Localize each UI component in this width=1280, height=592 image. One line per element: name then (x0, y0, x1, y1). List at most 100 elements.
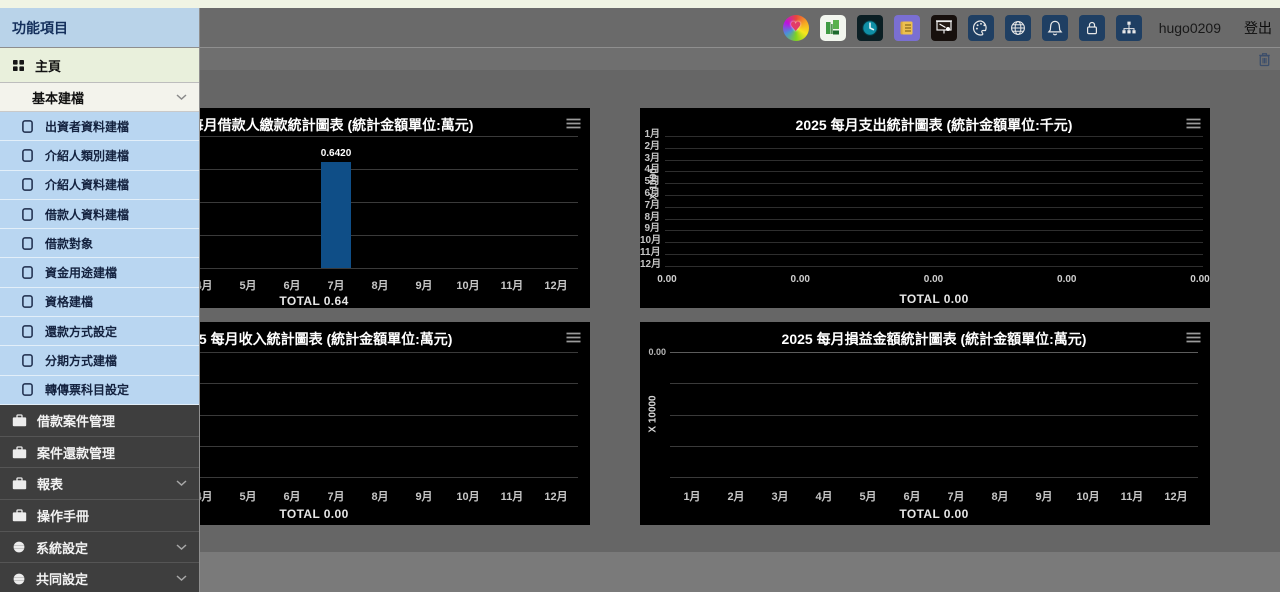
axis-rot: X 10000 (648, 395, 659, 432)
lock-icon[interactable] (1079, 15, 1105, 41)
x-axis-label: 1月 (683, 488, 700, 504)
gridline (670, 446, 1198, 447)
sidebar-item-borrower-data[interactable]: 借款人資料建檔 (0, 200, 199, 229)
gridline (665, 148, 1203, 149)
checkbox-outline-icon (22, 325, 33, 338)
chevron-down-icon (176, 544, 187, 551)
x-axis-label: 8月 (991, 488, 1008, 504)
sidebar-item-loan-case-management[interactable]: 借款案件管理 (0, 405, 199, 437)
gridline (665, 195, 1203, 196)
x-axis-label: 5月 (239, 277, 256, 293)
sidebar-item-label: 借款案件管理 (37, 411, 115, 430)
checkbox-outline-icon (22, 266, 33, 279)
sidebar-item-label: 轉傳票科目設定 (45, 381, 129, 398)
trash-icon[interactable] (1257, 51, 1272, 67)
chart-total: TOTAL 0.00 (899, 292, 968, 306)
x-axis-label: 5月 (239, 488, 256, 504)
sidebar-item-introducer-category[interactable]: 介紹人類別建檔 (0, 141, 199, 170)
sidebar-group-basic-setup[interactable]: 基本建檔 (0, 83, 199, 112)
x-axis-label: 11月 (1121, 488, 1144, 504)
gridline (665, 160, 1203, 161)
sidebar-item-system-settings[interactable]: 系統設定 (0, 532, 199, 564)
axis-rot: X 1000 (649, 168, 660, 200)
x-axis-label: 10月 (1076, 488, 1099, 504)
checkbox-outline-icon (22, 295, 33, 308)
home-grid-icon (12, 59, 25, 72)
sidebar-item-fund-usage[interactable]: 資金用途建檔 (0, 258, 199, 287)
sidebar-item-manual[interactable]: 操作手冊 (0, 500, 199, 532)
x-axis-label: 7月 (327, 277, 344, 293)
chart-panel-monthly-expense: 2025 每月支出統計圖表 (統計金額單位:千元) 1月2月3月4月5月6月7月… (640, 108, 1210, 308)
presentation-app-icon[interactable] (931, 15, 957, 41)
logout-button[interactable]: 登出 (1244, 18, 1272, 38)
sidebar-item-home[interactable]: 主頁 (0, 48, 199, 83)
x-axis-label: 10月 (456, 277, 479, 293)
sidebar-item-label: 系統設定 (36, 538, 88, 557)
x-axis-label: 10月 (456, 488, 479, 504)
chevron-down-icon (176, 94, 187, 101)
heart-icon: ♥ (790, 21, 802, 34)
x-axis-label: 12月 (1164, 488, 1187, 504)
x-axis-label: 6月 (903, 488, 920, 504)
chart-total: TOTAL 0.00 (279, 507, 348, 521)
bell-icon[interactable] (1042, 15, 1068, 41)
clock-app-icon[interactable] (857, 15, 883, 41)
globe-icon[interactable] (1005, 15, 1031, 41)
gridline (665, 207, 1203, 208)
sidebar-item-label: 資格建檔 (45, 293, 93, 310)
sidebar-item-introducer-data[interactable]: 介紹人資料建檔 (0, 171, 199, 200)
sidebar-item-label: 報表 (37, 474, 63, 493)
xtick: 0.00 (1190, 274, 1209, 285)
colorful-logo-icon[interactable]: ♥ (783, 15, 809, 41)
sidebar-item-investor-data[interactable]: 出資者資料建檔 (0, 112, 199, 141)
sidebar-item-shared-settings[interactable]: 共同設定 (0, 563, 199, 592)
gridline (670, 352, 1198, 353)
green-app-icon[interactable] (820, 15, 846, 41)
x-axis-label: 8月 (371, 277, 388, 293)
briefcase-icon (12, 509, 27, 522)
x-axis-label: 8月 (371, 488, 388, 504)
chart-plot: 1月2月3月4月5月6月7月8月9月10月11月12月0.00X 10000TO… (640, 322, 1210, 525)
sidebar-item-case-repayment-management[interactable]: 案件還款管理 (0, 437, 199, 469)
gridline (665, 136, 1203, 137)
sidebar-item-label: 資金用途建檔 (45, 264, 117, 281)
checkbox-outline-icon (22, 208, 33, 221)
sidebar-item-label: 還款方式設定 (45, 323, 117, 340)
bar (321, 162, 351, 268)
gridline (670, 383, 1198, 384)
x-axis-label: 7月 (947, 488, 964, 504)
sidebar-title: 功能項目 (0, 8, 199, 48)
sidebar-item-qualification[interactable]: 資格建檔 (0, 288, 199, 317)
chevron-down-icon (176, 480, 187, 487)
sitemap-icon[interactable] (1116, 15, 1142, 41)
checkbox-outline-icon (22, 383, 33, 396)
sidebar-group-label: 基本建檔 (32, 88, 84, 107)
scroll-app-icon[interactable] (894, 15, 920, 41)
x-axis-label: 9月 (415, 488, 432, 504)
sidebar-item-reports[interactable]: 報表 (0, 468, 199, 500)
gridline (665, 230, 1203, 231)
sphere-icon (12, 572, 26, 586)
ytick: 0.00 (648, 347, 666, 357)
sidebar-item-loan-target[interactable]: 借款對象 (0, 229, 199, 258)
gridline (670, 477, 1198, 478)
chart-plot: 1月2月3月4月5月6月7月8月9月10月11月12月0.000.000.000… (640, 108, 1210, 308)
x-axis-label: 9月 (1035, 488, 1052, 504)
sidebar: 功能項目 主頁 基本建檔 出資者資料建檔 介紹人類別建檔 介紹人資料建檔 借款人… (0, 8, 200, 592)
xtick: 0.00 (1057, 274, 1076, 285)
username: hugo0209 (1159, 20, 1221, 36)
gridline (665, 183, 1203, 184)
sidebar-item-label: 共同設定 (36, 569, 88, 588)
sidebar-item-voucher-subject-setting[interactable]: 轉傳票科目設定 (0, 376, 199, 405)
x-axis-label: 6月 (283, 488, 300, 504)
briefcase-icon (12, 477, 27, 490)
x-axis-label: 2月 (727, 488, 744, 504)
sidebar-item-installment-method[interactable]: 分期方式建檔 (0, 346, 199, 375)
x-axis-label: 9月 (415, 277, 432, 293)
checkbox-outline-icon (22, 237, 33, 250)
palette-icon[interactable] (968, 15, 994, 41)
chart-total: TOTAL 0.00 (899, 507, 968, 521)
x-axis-label: 4月 (815, 488, 832, 504)
gridline (665, 171, 1203, 172)
sidebar-item-repayment-method[interactable]: 還款方式設定 (0, 317, 199, 346)
